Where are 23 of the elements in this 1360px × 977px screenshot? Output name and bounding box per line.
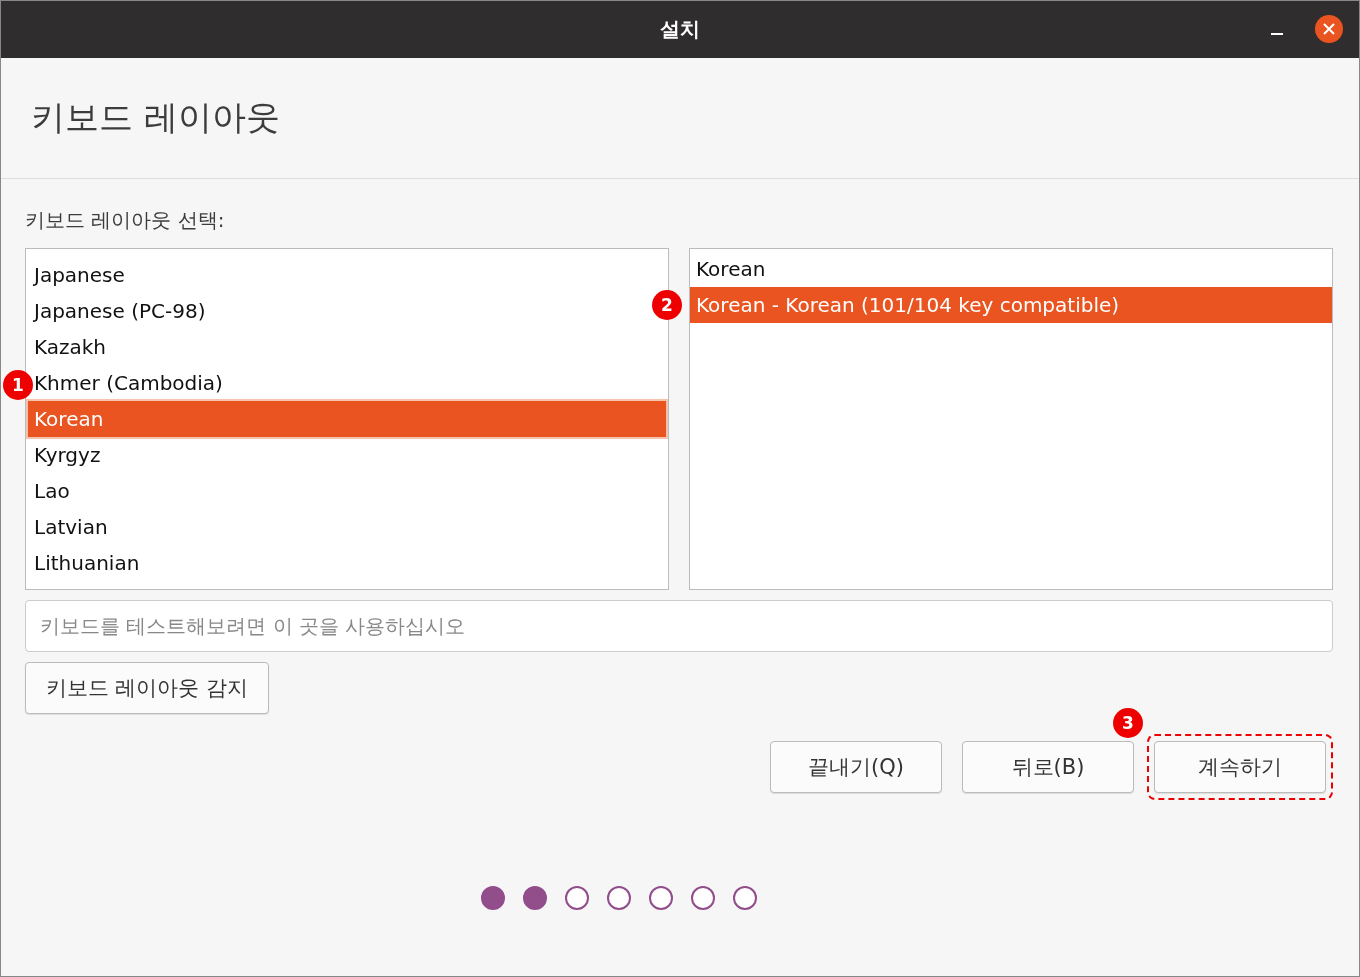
detect-layout-button[interactable]: 키보드 레이아웃 감지 [25, 662, 269, 714]
layout-item[interactable]: Kyrgyz [34, 437, 101, 473]
layout-item[interactable]: Korean [28, 401, 666, 437]
action-button[interactable]: 계속하기 [1154, 741, 1326, 793]
layout-item[interactable]: Japanese [34, 257, 125, 293]
layout-label: 키보드 레이아웃 선택: [25, 207, 226, 234]
layout-item[interactable]: Latvian [34, 509, 108, 545]
keyboard-test-field[interactable]: 키보드를 테스트해보려면 이 곳을 사용하십시오 [25, 600, 1333, 652]
layout-item[interactable]: Lao [34, 473, 70, 509]
callout-marker: 2 [652, 290, 682, 320]
layout-item[interactable]: Khmer (Cambodia) [34, 365, 223, 401]
callout-marker: 1 [3, 370, 33, 400]
close-icon[interactable] [1315, 15, 1343, 43]
callout-marker: 3 [1113, 708, 1143, 738]
window-title: 설치 [660, 16, 700, 43]
layout-item[interactable]: Kazakh [34, 329, 107, 365]
variant-item[interactable]: Korean [696, 251, 766, 287]
page-title: 키보드 레이아웃 [31, 96, 280, 139]
action-button[interactable]: 뒤로(B) [962, 741, 1134, 793]
variant-item[interactable]: Korean - Korean (101/104 key compatible) [690, 287, 1332, 323]
layout-item[interactable]: Japanese (PC-98) [34, 293, 206, 329]
layout-item[interactable]: Lithuanian [34, 545, 140, 581]
action-button[interactable]: 끝내기(Q) [770, 741, 942, 793]
